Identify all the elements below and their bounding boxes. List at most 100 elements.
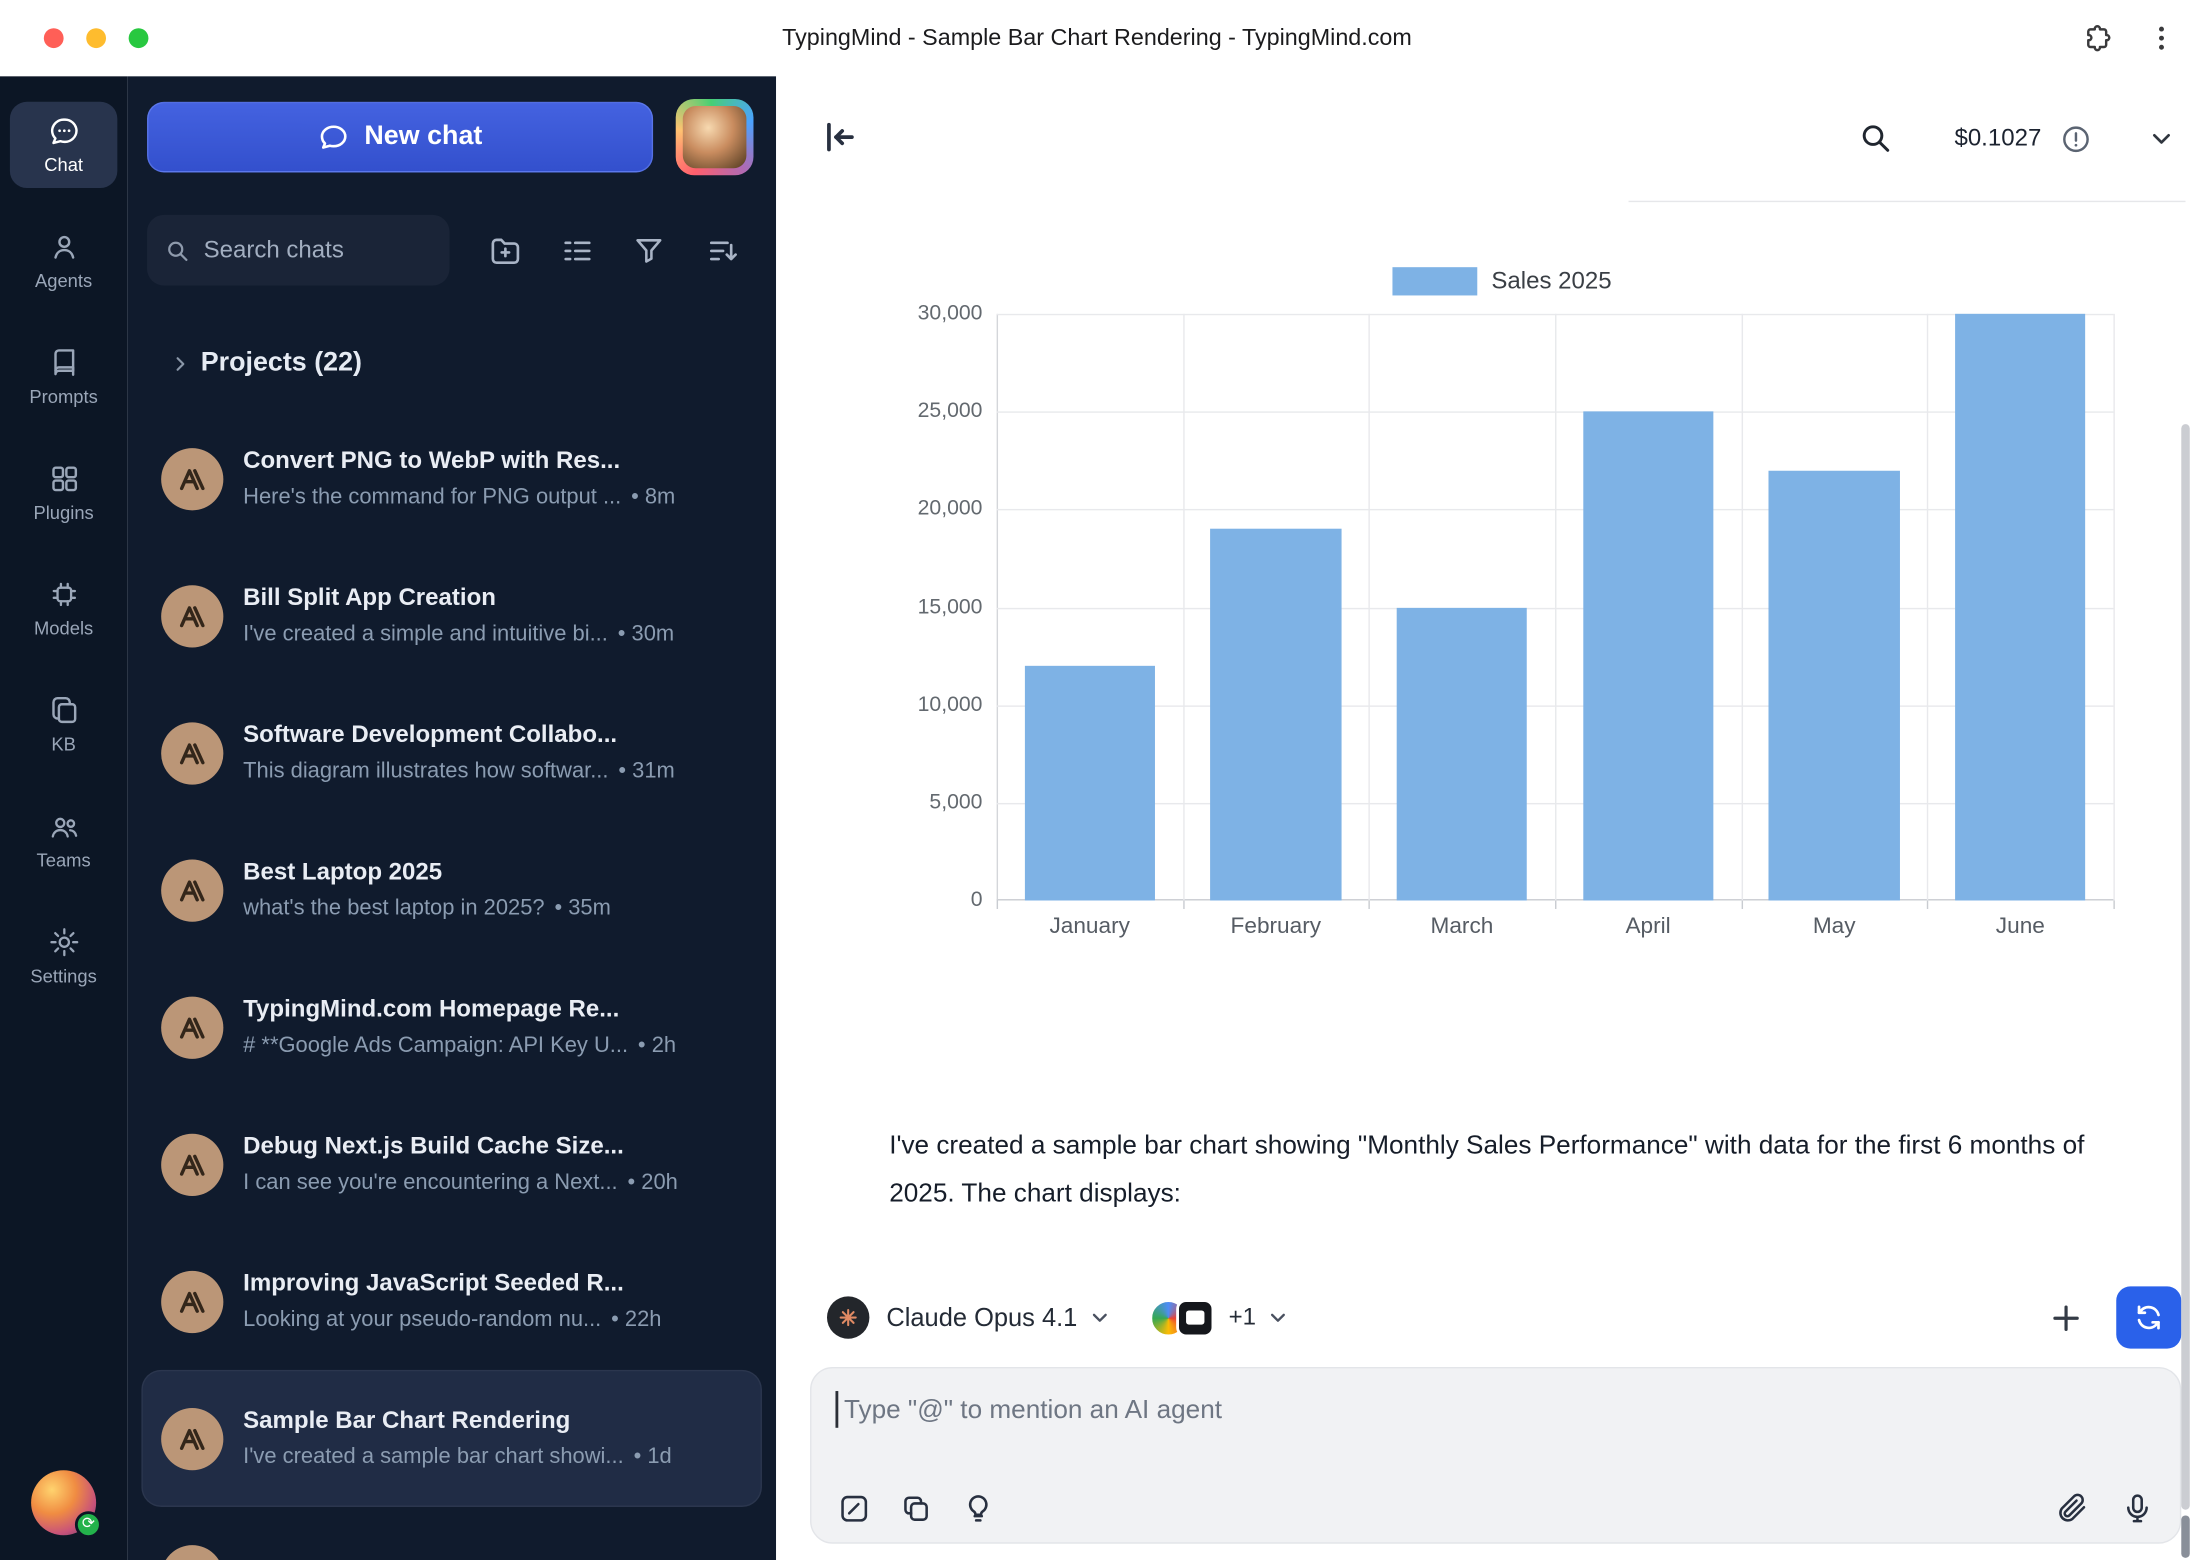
chat-preview: what's the best laptop in 2025? xyxy=(243,896,544,921)
axis-tick xyxy=(1927,901,1928,909)
nav-item-prompts[interactable]: Prompts xyxy=(10,334,117,420)
chat-list-item[interactable]: Software Development Collabo... This dia… xyxy=(127,684,776,821)
y-axis-tick-label: 30,000 xyxy=(891,301,983,325)
chat-time: • 35m xyxy=(554,896,610,921)
x-axis-label: February xyxy=(1183,915,1369,940)
projects-label: Projects (22) xyxy=(201,348,362,379)
usage-dropdown[interactable]: $0.1027 xyxy=(1954,76,2177,200)
window-title: TypingMind - Sample Bar Chart Rendering … xyxy=(0,0,2194,76)
chat-list-item[interactable]: Best Laptop 2025 what's the best laptop … xyxy=(127,821,776,958)
teams-icon xyxy=(47,810,80,843)
scrollbar[interactable] xyxy=(2181,424,2189,1510)
refresh-icon xyxy=(2133,1302,2164,1333)
nav-item-teams[interactable]: Teams xyxy=(10,797,117,883)
collapse-left-icon xyxy=(816,116,858,158)
filter-button[interactable] xyxy=(621,222,678,279)
chat-preview: This diagram illustrates how softwar... xyxy=(243,759,608,784)
overflow-menu-icon[interactable] xyxy=(2146,23,2177,54)
chat-list-item[interactable]: Bill Split App Creation I've created a s… xyxy=(127,547,776,684)
scrollbar-thumb[interactable] xyxy=(2181,1515,2189,1557)
nav-item-models[interactable]: Models xyxy=(10,565,117,651)
anthropic-avatar xyxy=(161,996,223,1058)
anthropic-avatar xyxy=(161,1133,223,1195)
nav-item-settings[interactable]: Settings xyxy=(10,913,117,999)
suggestions-button[interactable] xyxy=(961,1491,995,1525)
edit-prompt-button[interactable] xyxy=(837,1491,871,1525)
x-axis-label: May xyxy=(1741,915,1927,940)
y-axis-tick-label: 0 xyxy=(891,888,983,912)
regenerate-button[interactable] xyxy=(2116,1286,2181,1348)
model-selector[interactable]: Claude Opus 4.1 xyxy=(827,1296,1113,1338)
chat-preview: Here's the command for PNG output ... xyxy=(243,485,621,510)
bar-june xyxy=(1955,314,2085,901)
anthropic-avatar xyxy=(161,859,223,921)
projects-toggle[interactable]: Projects (22) xyxy=(170,342,362,384)
y-axis-tick-label: 10,000 xyxy=(891,692,983,716)
models-icon xyxy=(47,578,80,611)
bar-march xyxy=(1397,607,1527,900)
chat-title: Bill Split App Creation xyxy=(243,584,756,612)
plugins-selector[interactable]: +1 xyxy=(1149,1298,1291,1336)
nav-rail: Chat Agents Prompts Plugins Models KB Te… xyxy=(0,76,127,1560)
add-attachment-button[interactable] xyxy=(2047,1298,2085,1336)
profile-avatar[interactable] xyxy=(676,99,754,175)
chevron-down-icon xyxy=(2146,123,2177,154)
bar-february xyxy=(1211,529,1341,901)
chat-list-item[interactable]: Sample Bar Chart Rendering I've created … xyxy=(141,1370,762,1507)
new-folder-button[interactable] xyxy=(476,222,533,279)
voice-input-button[interactable] xyxy=(2120,1491,2154,1525)
microphone-icon xyxy=(2120,1491,2154,1525)
search-chats-input[interactable] xyxy=(204,236,433,264)
usage-cost: $0.1027 xyxy=(1954,124,2041,152)
nav-item-kb[interactable]: KB xyxy=(10,681,117,767)
bar-january xyxy=(1025,666,1155,901)
chat-title: Sample Bar Chart Rendering xyxy=(243,1407,742,1435)
x-axis-label: January xyxy=(997,915,1183,940)
anthropic-avatar xyxy=(161,1270,223,1332)
templates-button[interactable] xyxy=(899,1491,933,1525)
chat-input-placeholder: Type "@" to mention an AI agent xyxy=(844,1394,1222,1425)
chat-preview: I've created a sample bar chart showi... xyxy=(243,1445,624,1470)
nav-item-chat[interactable]: Chat xyxy=(10,102,117,188)
chat-list-item[interactable]: Debug Next.js Build Cache Size... I can … xyxy=(127,1096,776,1233)
chat-time: • 1d xyxy=(634,1445,672,1470)
extensions-icon[interactable] xyxy=(2082,22,2115,55)
bar-may xyxy=(1769,470,1899,900)
plugin-icon xyxy=(1176,1298,1214,1336)
chat-title: Improving JavaScript Seeded R... xyxy=(243,1269,756,1297)
chat-time: • 20h xyxy=(628,1171,678,1196)
chart-gridline xyxy=(1927,314,1928,901)
assistant-message: I've created a sample bar chart showing … xyxy=(889,1121,2133,1217)
main-content: $0.1027 Sales 2025 05,00010,00015,00020,… xyxy=(776,76,2194,1560)
chat-list-item[interactable]: Add Dark Mode to PluginPermi... xyxy=(127,1507,776,1560)
chat-list: Convert PNG to WebP with Res... Here's t… xyxy=(127,410,776,1560)
y-axis-tick-label: 25,000 xyxy=(891,399,983,423)
search-messages-button[interactable] xyxy=(1858,120,1893,155)
chat-list-item[interactable]: TypingMind.com Homepage Re... # **Google… xyxy=(127,958,776,1095)
chat-input[interactable]: Type "@" to mention an AI agent xyxy=(810,1367,2181,1544)
chart-gridline xyxy=(1741,314,1742,901)
header-divider xyxy=(1629,201,2186,202)
titlebar-actions xyxy=(2082,0,2177,76)
x-axis-label: April xyxy=(1555,915,1741,940)
copy-icon xyxy=(899,1491,933,1525)
composer-toolbar: Claude Opus 4.1 +1 xyxy=(827,1286,2181,1348)
collapse-sidebar-button[interactable] xyxy=(816,116,858,158)
user-avatar[interactable]: ⟳ xyxy=(31,1470,96,1535)
attach-file-button[interactable] xyxy=(2055,1491,2089,1525)
chevron-down-icon xyxy=(1087,1305,1112,1330)
plugins-more-count: +1 xyxy=(1229,1303,1256,1331)
chat-list-item[interactable]: Improving JavaScript Seeded R... Looking… xyxy=(127,1233,776,1370)
anthropic-avatar xyxy=(161,585,223,647)
nav-item-plugins[interactable]: Plugins xyxy=(10,450,117,536)
sort-button[interactable] xyxy=(694,222,751,279)
warning-icon xyxy=(2060,122,2093,155)
chat-list-item[interactable]: Convert PNG to WebP with Res... Here's t… xyxy=(127,410,776,547)
chat-time: • 2h xyxy=(638,1033,676,1058)
new-chat-button[interactable]: New chat xyxy=(147,102,653,173)
anthropic-avatar xyxy=(161,447,223,509)
bulk-select-button[interactable] xyxy=(549,222,606,279)
new-chat-bubble-icon xyxy=(318,122,349,153)
nav-item-agents[interactable]: Agents xyxy=(10,218,117,304)
chat-preview: # **Google Ads Campaign: API Key U... xyxy=(243,1033,628,1058)
